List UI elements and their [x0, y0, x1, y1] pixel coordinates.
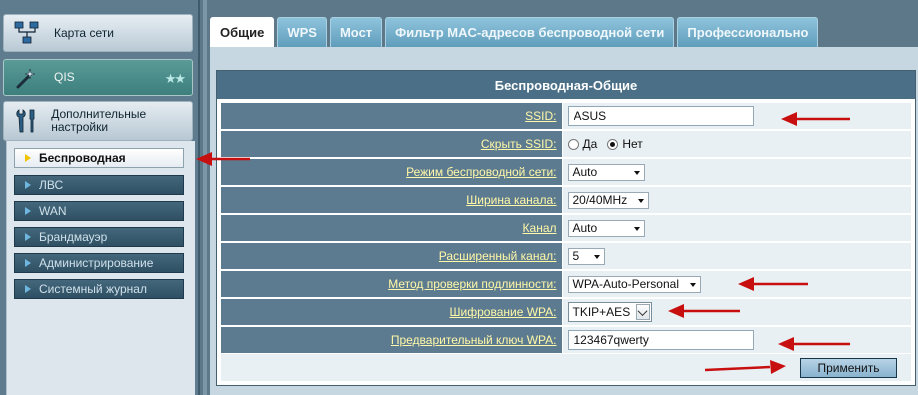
annotation-arrow-icon [668, 304, 740, 318]
annotation-arrow-icon [778, 337, 850, 351]
annotation-arrow-icon [781, 112, 850, 126]
annotation-arrow-icon [738, 277, 808, 291]
annotation-arrow-icon [704, 360, 786, 374]
annotation-arrow-icon [196, 152, 250, 166]
annotation-arrows [196, 112, 850, 374]
